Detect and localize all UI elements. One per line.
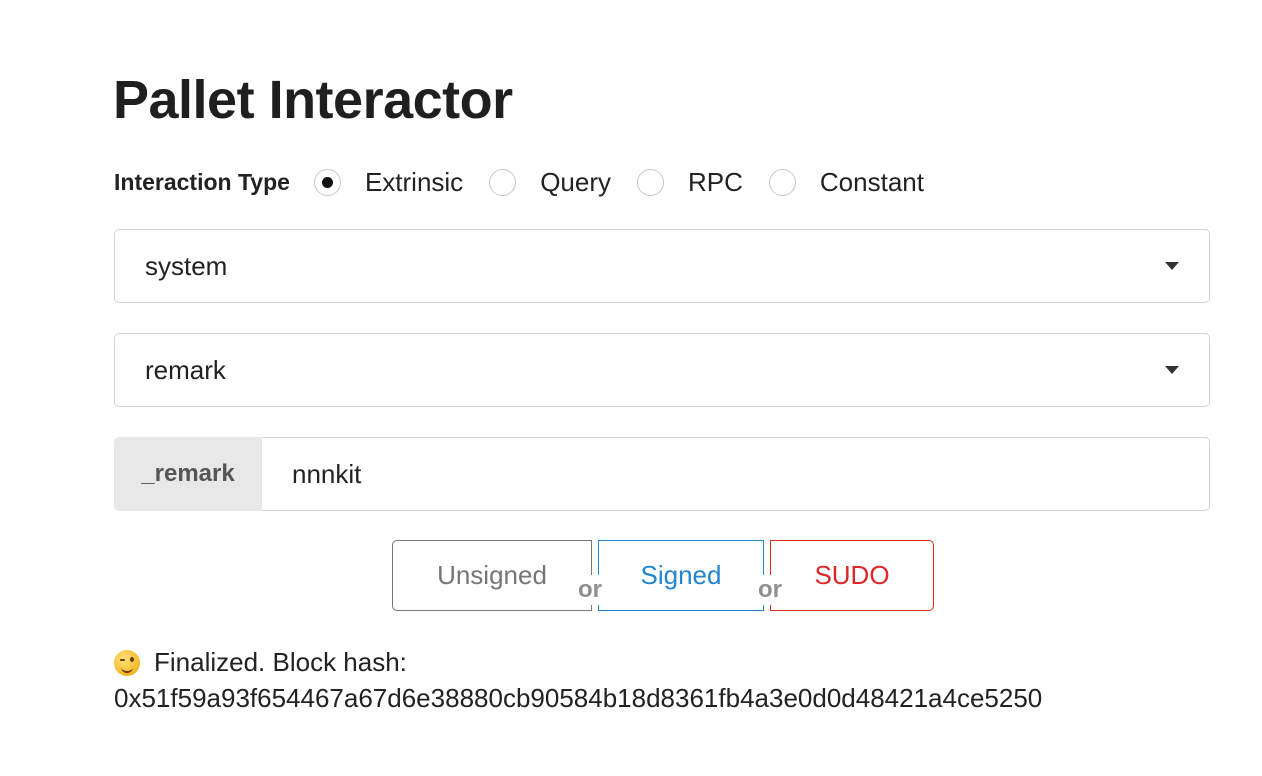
radio-option-query[interactable]: Query xyxy=(489,167,611,198)
callable-dropdown[interactable]: remark xyxy=(114,333,1210,407)
page-title: Pallet Interactor xyxy=(113,70,513,130)
status-message: Finalized. Block hash: xyxy=(154,647,407,677)
radio-query[interactable] xyxy=(489,168,517,196)
radio-label-constant: Constant xyxy=(819,166,924,197)
sudo-button[interactable]: SUDO xyxy=(770,540,934,611)
callable-dropdown-value: remark xyxy=(145,354,226,385)
radio-option-rpc[interactable]: RPC xyxy=(637,167,743,198)
winking-face-icon xyxy=(114,650,140,676)
radio-label-query: Query xyxy=(540,166,611,197)
interaction-type-label: Interaction Type xyxy=(114,168,290,195)
block-hash: 0x51f59a93f654467a67d6e38880cb90584b18d8… xyxy=(114,683,1043,713)
interaction-type-row: Interaction Type Extrinsic Query RPC Con… xyxy=(114,162,950,202)
caret-down-icon xyxy=(1165,366,1179,374)
radio-option-extrinsic[interactable]: Extrinsic xyxy=(313,166,464,198)
remark-param-input[interactable] xyxy=(262,437,1210,511)
pallet-dropdown[interactable]: system xyxy=(114,229,1210,303)
radio-rpc[interactable] xyxy=(637,168,664,196)
signed-button[interactable]: Signed xyxy=(598,540,764,611)
radio-extrinsic[interactable] xyxy=(313,168,341,196)
remark-param-group: _remark xyxy=(114,437,1210,511)
radio-constant[interactable] xyxy=(768,168,796,196)
remark-param-label: _remark xyxy=(114,437,262,511)
or-label: or xyxy=(758,574,782,605)
radio-label-rpc: RPC xyxy=(688,166,743,197)
radio-label-extrinsic: Extrinsic xyxy=(364,166,464,197)
tx-status: Finalized. Block hash: 0x51f59a93f654467… xyxy=(114,644,1042,716)
or-label: or xyxy=(578,574,602,605)
pallet-dropdown-value: system xyxy=(145,250,228,281)
caret-down-icon xyxy=(1165,262,1179,270)
radio-option-constant[interactable]: Constant xyxy=(768,166,924,198)
unsigned-button[interactable]: Unsigned xyxy=(392,540,592,611)
tx-button-group: Unsigned or Signed or SUDO xyxy=(392,540,934,611)
